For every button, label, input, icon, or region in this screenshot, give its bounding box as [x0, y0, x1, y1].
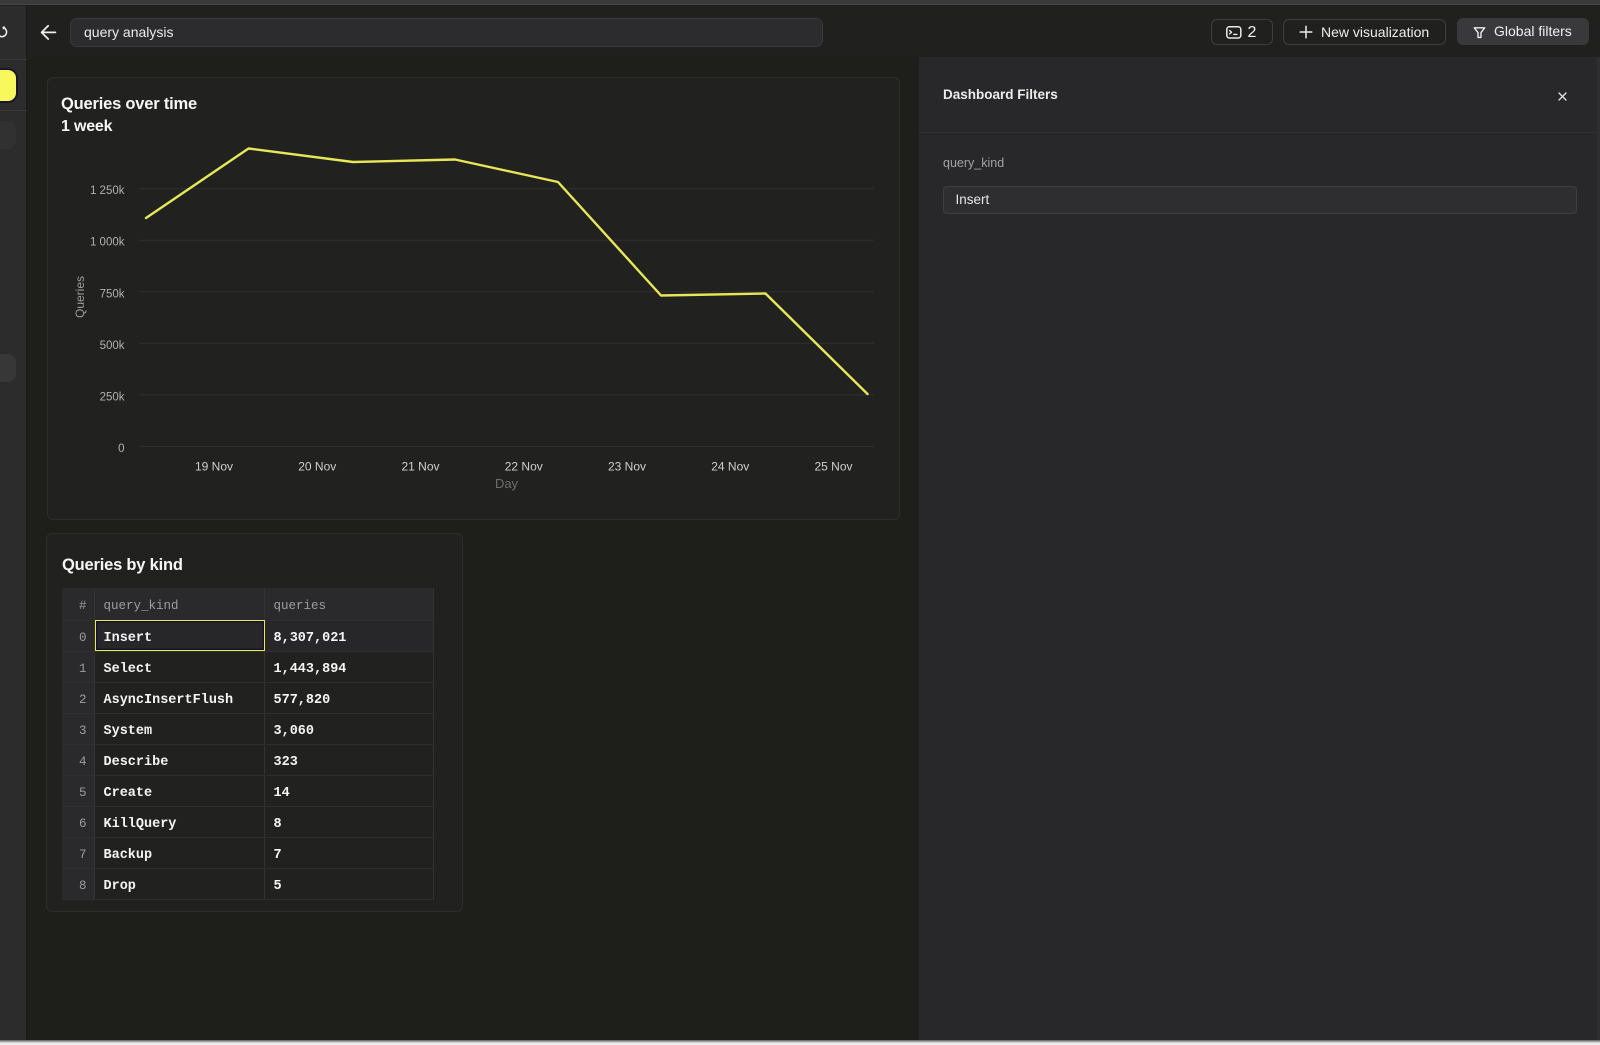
svg-text:0: 0 — [118, 443, 124, 455]
svg-text:19 Nov: 19 Nov — [195, 460, 233, 474]
svg-text:1 250k: 1 250k — [90, 185, 125, 197]
svg-text:25 Nov: 25 Nov — [814, 460, 852, 474]
svg-text:1 000k: 1 000k — [90, 237, 125, 249]
svg-text:22 Nov: 22 Nov — [505, 460, 543, 474]
svg-text:750k: 750k — [100, 288, 125, 300]
svg-text:Day: Day — [495, 476, 519, 491]
svg-text:250k: 250k — [100, 391, 125, 403]
svg-text:24 Nov: 24 Nov — [711, 460, 749, 474]
svg-text:23 Nov: 23 Nov — [608, 460, 646, 474]
svg-text:21 Nov: 21 Nov — [401, 460, 439, 474]
svg-text:500k: 500k — [100, 340, 125, 352]
svg-text:20 Nov: 20 Nov — [298, 460, 336, 474]
svg-text:Queries: Queries — [73, 276, 87, 318]
